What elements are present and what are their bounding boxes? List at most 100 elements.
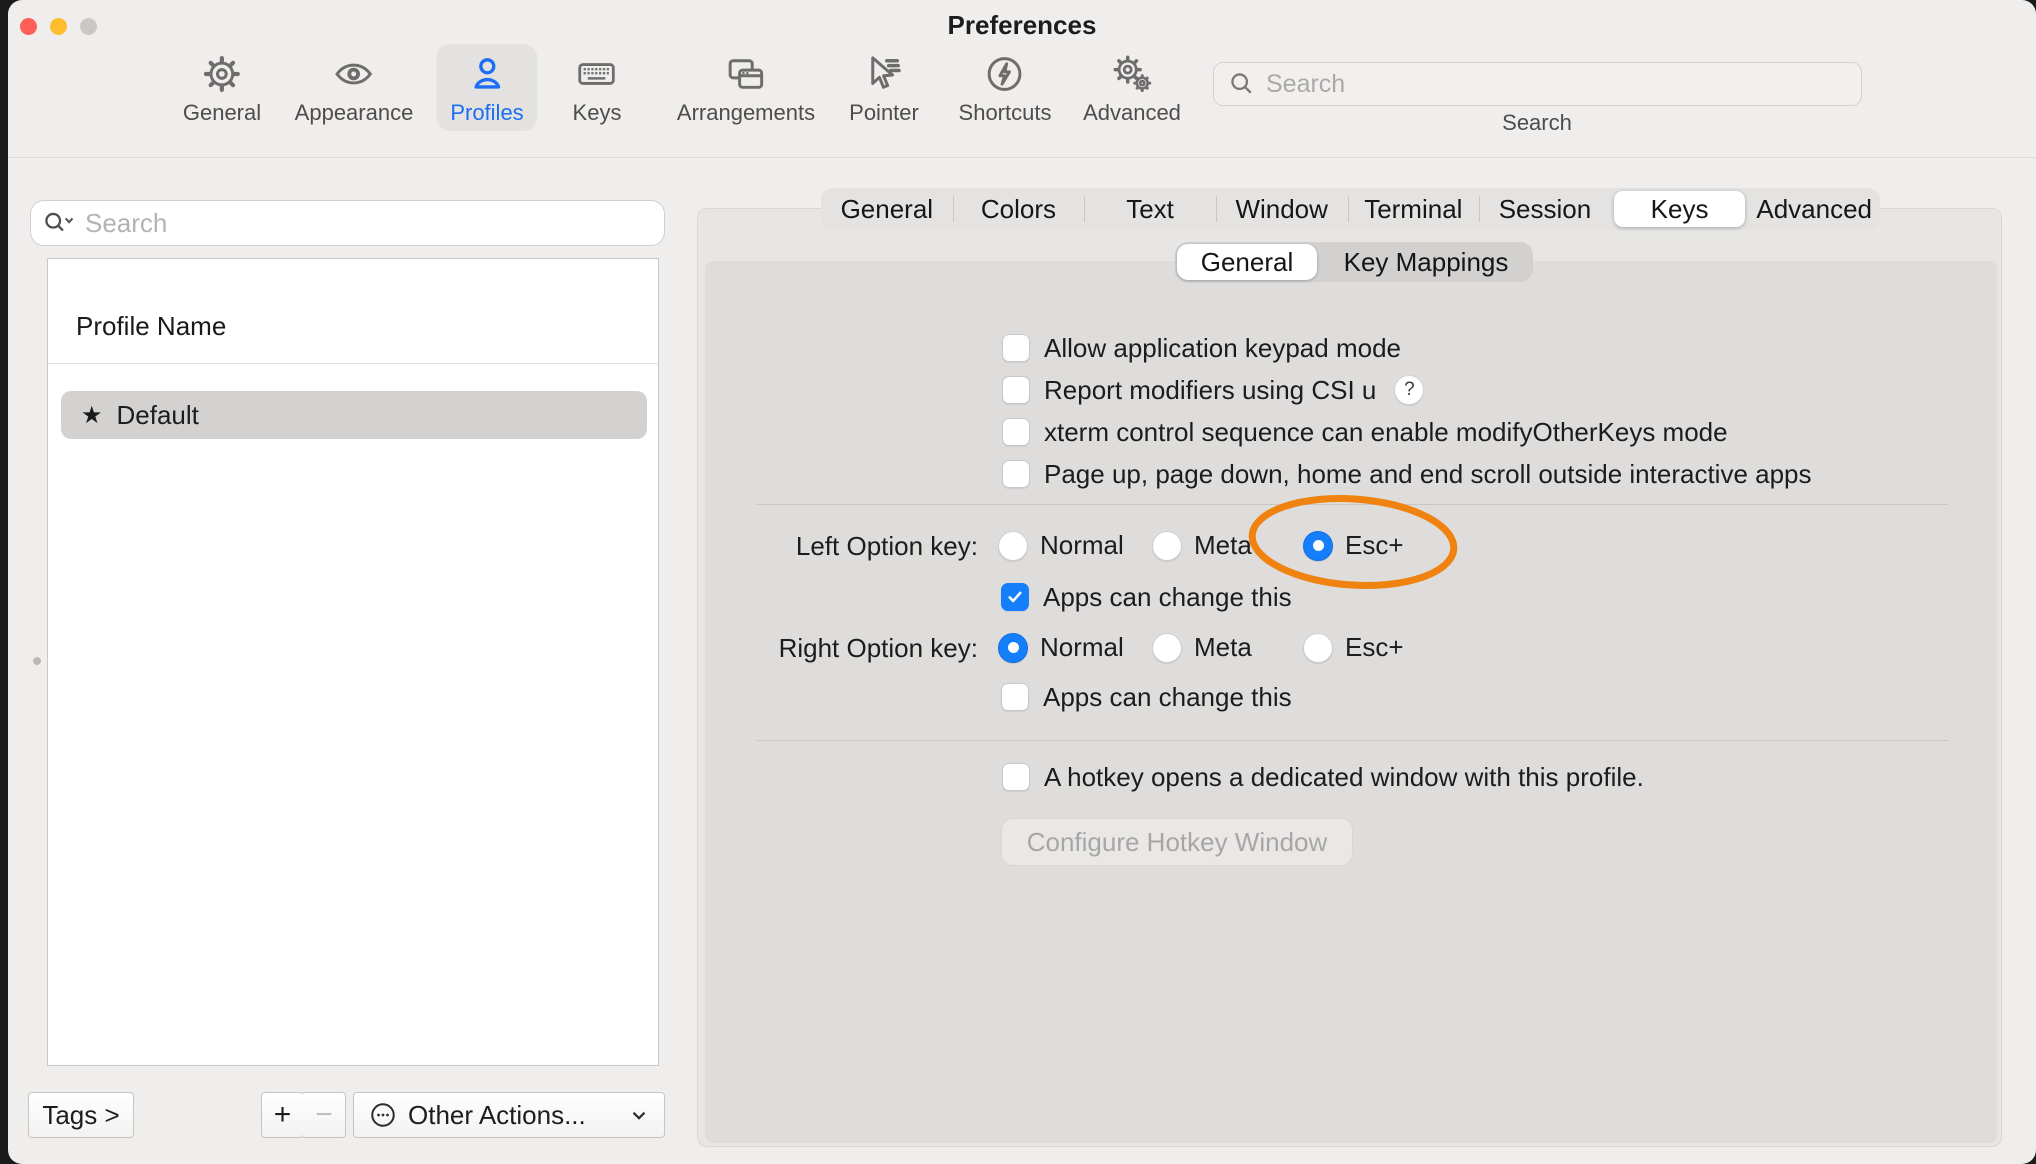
radio-label[interactable]: Normal <box>1040 530 1124 561</box>
preferences-window: Preferences General Appearance <box>8 0 2036 1164</box>
checkbox-unchecked[interactable] <box>1001 683 1029 711</box>
toolbar-label: Advanced <box>1083 100 1181 126</box>
star-icon: ★ <box>81 401 103 430</box>
toolbar-search-field[interactable] <box>1213 62 1862 106</box>
checkbox-unchecked[interactable] <box>1002 763 1030 791</box>
radio-label[interactable]: Meta <box>1194 530 1252 561</box>
radio-right-option-meta[interactable]: Meta <box>1152 632 1252 663</box>
toolbar-search-input[interactable] <box>1266 70 1847 99</box>
checkbox-row-left-apps-can-change[interactable]: Apps can change this <box>1001 582 1292 612</box>
radio-unselected[interactable] <box>1152 531 1182 561</box>
toolbar-label: General <box>183 100 261 126</box>
checkbox-label[interactable]: xterm control sequence can enable modify… <box>1044 417 1728 448</box>
tags-button[interactable]: Tags > <box>28 1092 134 1138</box>
keys-subtab-bar: General Key Mappings <box>1175 242 1533 282</box>
ellipsis-circle-icon <box>368 1100 398 1130</box>
tab-session[interactable]: Session <box>1479 188 1611 230</box>
toolbar-item-profiles[interactable]: Profiles <box>436 44 537 131</box>
tab-window[interactable]: Window <box>1216 188 1348 230</box>
profile-row-default[interactable]: ★ Default <box>61 391 647 439</box>
toolbar-label: Keys <box>573 100 622 126</box>
radio-right-option-normal[interactable]: Normal <box>998 632 1124 663</box>
subtab-general[interactable]: General <box>1177 244 1317 280</box>
radio-unselected[interactable] <box>998 531 1028 561</box>
radio-left-option-meta[interactable]: Meta <box>1152 530 1252 561</box>
check-icon <box>1006 588 1024 606</box>
section-divider <box>757 504 1948 505</box>
other-actions-popup[interactable]: Other Actions... <box>353 1092 665 1138</box>
checkbox-unchecked[interactable] <box>1002 460 1030 488</box>
radio-right-option-esc[interactable]: Esc+ <box>1303 632 1404 663</box>
checkbox-label[interactable]: Report modifiers using CSI u <box>1044 375 1376 406</box>
tab-keys[interactable]: Keys <box>1614 191 1746 227</box>
checkbox-label[interactable]: A hotkey opens a dedicated window with t… <box>1044 762 1644 793</box>
toolbar-item-appearance[interactable]: Appearance <box>281 44 428 131</box>
checkbox-checked[interactable] <box>1001 583 1029 611</box>
windows-icon <box>724 51 768 97</box>
splitter-handle[interactable] <box>33 657 41 665</box>
help-button[interactable]: ? <box>1394 375 1424 405</box>
checkbox-label[interactable]: Apps can change this <box>1043 682 1292 713</box>
keyboard-icon <box>574 51 620 97</box>
radio-unselected[interactable] <box>1303 633 1333 663</box>
chevron-down-icon <box>628 1104 650 1126</box>
cursor-icon <box>863 51 905 97</box>
tab-general[interactable]: General <box>821 188 953 230</box>
checkbox-row-hotkey-window[interactable]: A hotkey opens a dedicated window with t… <box>1002 762 1644 792</box>
radio-selected[interactable] <box>1303 531 1333 561</box>
toolbar-item-general[interactable]: General <box>169 44 275 131</box>
checkbox-row-modify-other-keys[interactable]: xterm control sequence can enable modify… <box>1002 417 1728 447</box>
checkbox-row-keypad-mode[interactable]: Allow application keypad mode <box>1002 333 1401 363</box>
radio-left-option-esc[interactable]: Esc+ <box>1303 530 1404 561</box>
radio-selected[interactable] <box>998 633 1028 663</box>
header-divider <box>48 363 658 364</box>
radio-label[interactable]: Esc+ <box>1345 632 1404 663</box>
radio-left-option-normal[interactable]: Normal <box>998 530 1124 561</box>
eye-icon <box>332 51 376 97</box>
gear-icon <box>201 51 243 97</box>
window-title: Preferences <box>8 10 2036 41</box>
toolbar-label: Pointer <box>849 100 919 126</box>
configure-hotkey-window-button[interactable]: Configure Hotkey Window <box>1001 818 1353 866</box>
radio-label[interactable]: Meta <box>1194 632 1252 663</box>
checkbox-unchecked[interactable] <box>1002 418 1030 446</box>
section-divider <box>757 740 1948 741</box>
checkbox-label[interactable]: Apps can change this <box>1043 582 1292 613</box>
bolt-circle-icon <box>984 51 1026 97</box>
profile-search-input[interactable] <box>85 208 652 239</box>
profile-list-header: Profile Name <box>76 311 226 342</box>
toolbar-search-label: Search <box>1502 110 1572 136</box>
radio-label[interactable]: Esc+ <box>1345 530 1404 561</box>
checkbox-label[interactable]: Allow application keypad mode <box>1044 333 1401 364</box>
gears-icon <box>1109 51 1155 97</box>
tab-advanced[interactable]: Advanced <box>1748 188 1880 230</box>
checkbox-row-scroll-outside-apps[interactable]: Page up, page down, home and end scroll … <box>1002 459 1812 489</box>
toolbar-item-keys[interactable]: Keys <box>559 44 636 131</box>
toolbar-label: Appearance <box>295 100 414 126</box>
right-option-key-label: Right Option key: <box>698 633 978 664</box>
checkbox-row-right-apps-can-change[interactable]: Apps can change this <box>1001 682 1292 712</box>
toolbar-item-pointer[interactable]: Pointer <box>835 44 933 131</box>
checkbox-unchecked[interactable] <box>1002 376 1030 404</box>
search-menu-icon <box>43 210 77 236</box>
checkbox-label[interactable]: Page up, page down, home and end scroll … <box>1044 459 1812 490</box>
subtab-key-mappings[interactable]: Key Mappings <box>1319 242 1533 282</box>
checkbox-unchecked[interactable] <box>1002 334 1030 362</box>
remove-profile-button[interactable]: − <box>303 1092 346 1138</box>
toolbar-divider <box>8 157 2036 158</box>
profile-list: Profile Name ★ Default <box>47 258 659 1066</box>
profile-search-field[interactable] <box>30 200 665 246</box>
radio-label[interactable]: Normal <box>1040 632 1124 663</box>
profile-tab-bar: General Colors Text Window Terminal Sess… <box>821 188 1880 230</box>
toolbar-label: Shortcuts <box>959 100 1052 126</box>
tab-colors[interactable]: Colors <box>953 188 1085 230</box>
toolbar-item-shortcuts[interactable]: Shortcuts <box>945 44 1066 131</box>
toolbar-item-arrangements[interactable]: Arrangements <box>663 44 829 131</box>
tab-text[interactable]: Text <box>1084 188 1216 230</box>
toolbar-item-advanced[interactable]: Advanced <box>1069 44 1195 131</box>
tab-terminal[interactable]: Terminal <box>1348 188 1480 230</box>
add-profile-button[interactable]: + <box>261 1092 304 1138</box>
person-icon <box>466 51 508 97</box>
checkbox-row-csi-u[interactable]: Report modifiers using CSI u ? <box>1002 375 1424 405</box>
radio-unselected[interactable] <box>1152 633 1182 663</box>
